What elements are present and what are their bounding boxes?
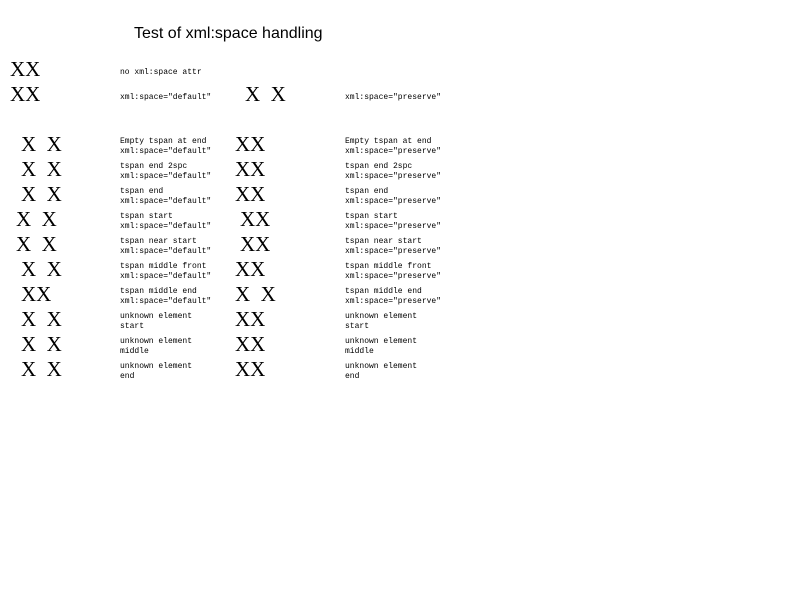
left-glyphs-2: X X (21, 132, 62, 156)
left-label-10-line-0: unknown element (120, 337, 193, 346)
left-glyphs-0: XX (10, 57, 41, 81)
left-glyphs-11: X X (21, 357, 62, 381)
left-label-5-line-1: xml:space="default" (120, 222, 212, 231)
left-label-2-line-1: xml:space="default" (120, 147, 212, 156)
right-glyphs-8: X X (235, 282, 276, 306)
left-label-2-line-0: Empty tspan at end (120, 137, 207, 146)
left-glyphs-1: XX (10, 82, 41, 106)
right-glyphs-10: XX (235, 332, 266, 356)
right-glyphs-11: XX (235, 357, 266, 381)
left-glyphs-5: X X (16, 207, 57, 231)
left-label-10-line-1: middle (120, 347, 149, 356)
left-label-8-line-0: tspan middle end (120, 287, 197, 296)
right-label-7-line-1: xml:space="preserve" (345, 272, 442, 281)
right-label-7-line-0: tspan middle front (345, 262, 432, 271)
right-label-3-line-0: tspan end 2spc (345, 162, 413, 171)
right-label-4-line-1: xml:space="preserve" (345, 197, 442, 206)
right-label-10-line-1: middle (345, 347, 374, 356)
test-canvas: Test of xml:space handling XX no xml:spac… (0, 0, 800, 600)
left-label-9-line-0: unknown element (120, 312, 193, 321)
left-label-6-line-1: xml:space="default" (120, 247, 212, 256)
left-label-8-line-1: xml:space="default" (120, 297, 212, 306)
right-label-1-line-0: xml:space="preserve" (345, 93, 442, 102)
left-glyphs-6: X X (16, 232, 57, 256)
left-label-6-line-0: tspan near start (120, 237, 197, 246)
left-label-1-line-0: xml:space="default" (120, 93, 212, 102)
left-label-7-line-0: tspan middle front (120, 262, 207, 271)
right-label-6-line-0: tspan near start (345, 237, 422, 246)
right-label-5-line-0: tspan start (345, 212, 398, 221)
right-glyphs-6: XX (240, 232, 271, 256)
right-label-8-line-0: tspan middle end (345, 287, 422, 296)
right-label-6-line-1: xml:space="preserve" (345, 247, 442, 256)
left-glyphs-3: X X (21, 157, 62, 181)
right-glyphs-2: XX (235, 132, 266, 156)
left-label-11-line-1: end (120, 372, 135, 381)
right-label-5-line-1: xml:space="preserve" (345, 222, 442, 231)
left-glyphs-8: XX (21, 282, 52, 306)
left-label-9-line-1: start (120, 322, 145, 331)
left-label-0-line-0: no xml:space attr (120, 68, 202, 77)
right-label-11-line-0: unknown element (345, 362, 418, 371)
right-label-3-line-1: xml:space="preserve" (345, 172, 442, 181)
left-glyphs-9: X X (21, 307, 62, 331)
right-label-2-line-1: xml:space="preserve" (345, 147, 442, 156)
page-title: Test of xml:space handling (134, 25, 323, 42)
right-glyphs-7: XX (235, 257, 266, 281)
right-label-11-line-1: end (345, 372, 360, 381)
left-label-4-line-1: xml:space="default" (120, 197, 212, 206)
right-label-8-line-1: xml:space="preserve" (345, 297, 442, 306)
left-glyphs-7: X X (21, 257, 62, 281)
right-label-9-line-0: unknown element (345, 312, 418, 321)
right-label-4-line-0: tspan end (345, 187, 389, 196)
right-glyphs-9: XX (235, 307, 266, 331)
right-label-9-line-1: start (345, 322, 370, 331)
left-glyphs-10: X X (21, 332, 62, 356)
left-label-11-line-0: unknown element (120, 362, 193, 371)
left-label-7-line-1: xml:space="default" (120, 272, 212, 281)
right-label-10-line-0: unknown element (345, 337, 418, 346)
right-glyphs-3: XX (235, 157, 266, 181)
left-label-5-line-0: tspan start (120, 212, 173, 221)
right-glyphs-5: XX (240, 207, 271, 231)
left-glyphs-4: X X (21, 182, 62, 206)
left-label-3-line-0: tspan end 2spc (120, 162, 188, 171)
right-glyphs-4: XX (235, 182, 266, 206)
left-label-4-line-0: tspan end (120, 187, 164, 196)
right-label-2-line-0: Empty tspan at end (345, 137, 432, 146)
right-glyphs-1: X X (245, 82, 286, 106)
left-label-3-line-1: xml:space="default" (120, 172, 212, 181)
